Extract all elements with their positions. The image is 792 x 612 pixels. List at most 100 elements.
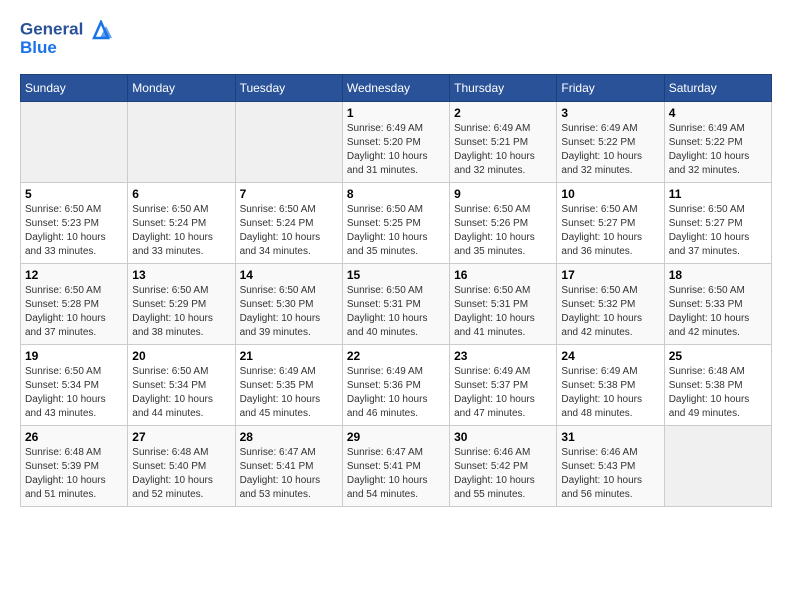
calendar-cell bbox=[664, 426, 771, 507]
day-number: 7 bbox=[240, 187, 338, 201]
calendar-cell: 13 Sunrise: 6:50 AMSunset: 5:29 PMDayligh… bbox=[128, 264, 235, 345]
weekday-header-monday: Monday bbox=[128, 75, 235, 102]
day-number: 29 bbox=[347, 430, 445, 444]
day-number: 5 bbox=[25, 187, 123, 201]
day-number: 31 bbox=[561, 430, 659, 444]
calendar-cell: 22 Sunrise: 6:49 AMSunset: 5:36 PMDayligh… bbox=[342, 345, 449, 426]
weekday-header-saturday: Saturday bbox=[664, 75, 771, 102]
calendar-cell: 31Sunrise: 6:46 AMSunset: 5:43 PMDayligh… bbox=[557, 426, 664, 507]
day-number: 4 bbox=[669, 106, 767, 120]
calendar-cell: 3 Sunrise: 6:49 AMSunset: 5:22 PMDaylight… bbox=[557, 102, 664, 183]
calendar-cell: 2 Sunrise: 6:49 AMSunset: 5:21 PMDaylight… bbox=[450, 102, 557, 183]
calendar-cell: 29 Sunrise: 6:47 AMSunset: 5:41 PMDayligh… bbox=[342, 426, 449, 507]
day-number: 25 bbox=[669, 349, 767, 363]
weekday-header-wednesday: Wednesday bbox=[342, 75, 449, 102]
day-number: 15 bbox=[347, 268, 445, 282]
weekday-row: SundayMondayTuesdayWednesdayThursdayFrid… bbox=[21, 75, 772, 102]
day-info: Sunrise: 6:50 AMSunset: 5:33 PMDaylight:… bbox=[669, 284, 767, 340]
day-info: Sunrise: 6:50 AMSunset: 5:31 PMDaylight:… bbox=[454, 284, 552, 340]
day-info: Sunrise: 6:47 AMSunset: 5:41 PMDaylight:… bbox=[347, 446, 445, 502]
day-info: Sunrise: 6:50 AMSunset: 5:34 PMDaylight:… bbox=[132, 365, 230, 421]
calendar-cell: 30Sunrise: 6:46 AMSunset: 5:42 PMDayligh… bbox=[450, 426, 557, 507]
calendar-cell: 4 Sunrise: 6:49 AMSunset: 5:22 PMDaylight… bbox=[664, 102, 771, 183]
calendar-cell: 9Sunrise: 6:50 AMSunset: 5:26 PMDaylight… bbox=[450, 183, 557, 264]
day-info: Sunrise: 6:50 AMSunset: 5:23 PMDaylight:… bbox=[25, 203, 123, 259]
day-info: Sunrise: 6:50 AMSunset: 5:24 PMDaylight:… bbox=[132, 203, 230, 259]
calendar-cell: 15 Sunrise: 6:50 AMSunset: 5:31 PMDayligh… bbox=[342, 264, 449, 345]
day-info: Sunrise: 6:46 AMSunset: 5:42 PMDaylight:… bbox=[454, 446, 552, 502]
weekday-header-tuesday: Tuesday bbox=[235, 75, 342, 102]
day-info: Sunrise: 6:49 AMSunset: 5:36 PMDaylight:… bbox=[347, 365, 445, 421]
calendar-cell bbox=[21, 102, 128, 183]
calendar-cell: 19 Sunrise: 6:50 AMSunset: 5:34 PMDayligh… bbox=[21, 345, 128, 426]
day-info: Sunrise: 6:50 AMSunset: 5:29 PMDaylight:… bbox=[132, 284, 230, 340]
calendar-cell: 8 Sunrise: 6:50 AMSunset: 5:25 PMDaylight… bbox=[342, 183, 449, 264]
logo-blue: Blue bbox=[20, 38, 112, 58]
day-number: 27 bbox=[132, 430, 230, 444]
day-info: Sunrise: 6:50 AMSunset: 5:30 PMDaylight:… bbox=[240, 284, 338, 340]
calendar-table: SundayMondayTuesdayWednesdayThursdayFrid… bbox=[20, 74, 772, 507]
calendar-cell: 26 Sunrise: 6:48 AMSunset: 5:39 PMDayligh… bbox=[21, 426, 128, 507]
day-info: Sunrise: 6:49 AMSunset: 5:20 PMDaylight:… bbox=[347, 122, 445, 178]
day-number: 20 bbox=[132, 349, 230, 363]
day-info: Sunrise: 6:48 AMSunset: 5:39 PMDaylight:… bbox=[25, 446, 123, 502]
calendar-cell: 7 Sunrise: 6:50 AMSunset: 5:24 PMDaylight… bbox=[235, 183, 342, 264]
day-number: 26 bbox=[25, 430, 123, 444]
calendar-header: SundayMondayTuesdayWednesdayThursdayFrid… bbox=[21, 75, 772, 102]
day-number: 22 bbox=[347, 349, 445, 363]
calendar-cell: 17 Sunrise: 6:50 AMSunset: 5:32 PMDayligh… bbox=[557, 264, 664, 345]
calendar-cell bbox=[128, 102, 235, 183]
calendar-cell: 10 Sunrise: 6:50 AMSunset: 5:27 PMDayligh… bbox=[557, 183, 664, 264]
day-number: 23 bbox=[454, 349, 552, 363]
day-number: 8 bbox=[347, 187, 445, 201]
day-info: Sunrise: 6:50 AMSunset: 5:25 PMDaylight:… bbox=[347, 203, 445, 259]
day-info: Sunrise: 6:50 AMSunset: 5:26 PMDaylight:… bbox=[454, 203, 552, 259]
day-number: 2 bbox=[454, 106, 552, 120]
day-info: Sunrise: 6:49 AMSunset: 5:37 PMDaylight:… bbox=[454, 365, 552, 421]
page-header: General Blue bbox=[20, 20, 772, 58]
week-row-3: 12 Sunrise: 6:50 AMSunset: 5:28 PMDayligh… bbox=[21, 264, 772, 345]
calendar-cell: 5 Sunrise: 6:50 AMSunset: 5:23 PMDaylight… bbox=[21, 183, 128, 264]
day-info: Sunrise: 6:49 AMSunset: 5:21 PMDaylight:… bbox=[454, 122, 552, 178]
day-number: 11 bbox=[669, 187, 767, 201]
week-row-4: 19 Sunrise: 6:50 AMSunset: 5:34 PMDayligh… bbox=[21, 345, 772, 426]
day-info: Sunrise: 6:47 AMSunset: 5:41 PMDaylight:… bbox=[240, 446, 338, 502]
calendar-cell: 14 Sunrise: 6:50 AMSunset: 5:30 PMDayligh… bbox=[235, 264, 342, 345]
day-info: Sunrise: 6:50 AMSunset: 5:34 PMDaylight:… bbox=[25, 365, 123, 421]
calendar-cell: 16Sunrise: 6:50 AMSunset: 5:31 PMDayligh… bbox=[450, 264, 557, 345]
day-info: Sunrise: 6:50 AMSunset: 5:32 PMDaylight:… bbox=[561, 284, 659, 340]
day-info: Sunrise: 6:48 AMSunset: 5:40 PMDaylight:… bbox=[132, 446, 230, 502]
calendar-cell: 25Sunrise: 6:48 AMSunset: 5:38 PMDayligh… bbox=[664, 345, 771, 426]
day-number: 18 bbox=[669, 268, 767, 282]
calendar-cell: 6 Sunrise: 6:50 AMSunset: 5:24 PMDaylight… bbox=[128, 183, 235, 264]
day-number: 17 bbox=[561, 268, 659, 282]
weekday-header-sunday: Sunday bbox=[21, 75, 128, 102]
logo: General Blue bbox=[20, 20, 112, 58]
day-info: Sunrise: 6:49 AMSunset: 5:22 PMDaylight:… bbox=[669, 122, 767, 178]
day-number: 3 bbox=[561, 106, 659, 120]
calendar-cell: 28 Sunrise: 6:47 AMSunset: 5:41 PMDayligh… bbox=[235, 426, 342, 507]
day-info: Sunrise: 6:50 AMSunset: 5:24 PMDaylight:… bbox=[240, 203, 338, 259]
day-number: 14 bbox=[240, 268, 338, 282]
calendar-cell: 24Sunrise: 6:49 AMSunset: 5:38 PMDayligh… bbox=[557, 345, 664, 426]
day-number: 13 bbox=[132, 268, 230, 282]
weekday-header-thursday: Thursday bbox=[450, 75, 557, 102]
day-info: Sunrise: 6:50 AMSunset: 5:31 PMDaylight:… bbox=[347, 284, 445, 340]
day-info: Sunrise: 6:50 AMSunset: 5:28 PMDaylight:… bbox=[25, 284, 123, 340]
week-row-1: 1 Sunrise: 6:49 AMSunset: 5:20 PMDaylight… bbox=[21, 102, 772, 183]
calendar-cell: 12 Sunrise: 6:50 AMSunset: 5:28 PMDayligh… bbox=[21, 264, 128, 345]
day-info: Sunrise: 6:50 AMSunset: 5:27 PMDaylight:… bbox=[561, 203, 659, 259]
day-number: 6 bbox=[132, 187, 230, 201]
calendar-cell: 11 Sunrise: 6:50 AMSunset: 5:27 PMDayligh… bbox=[664, 183, 771, 264]
day-number: 1 bbox=[347, 106, 445, 120]
calendar-cell: 18 Sunrise: 6:50 AMSunset: 5:33 PMDayligh… bbox=[664, 264, 771, 345]
day-number: 19 bbox=[25, 349, 123, 363]
day-info: Sunrise: 6:50 AMSunset: 5:27 PMDaylight:… bbox=[669, 203, 767, 259]
day-number: 12 bbox=[25, 268, 123, 282]
calendar-body: 1 Sunrise: 6:49 AMSunset: 5:20 PMDaylight… bbox=[21, 102, 772, 507]
day-number: 28 bbox=[240, 430, 338, 444]
logo-icon bbox=[90, 20, 112, 40]
day-info: Sunrise: 6:49 AMSunset: 5:22 PMDaylight:… bbox=[561, 122, 659, 178]
day-number: 10 bbox=[561, 187, 659, 201]
calendar-cell: 23 Sunrise: 6:49 AMSunset: 5:37 PMDayligh… bbox=[450, 345, 557, 426]
